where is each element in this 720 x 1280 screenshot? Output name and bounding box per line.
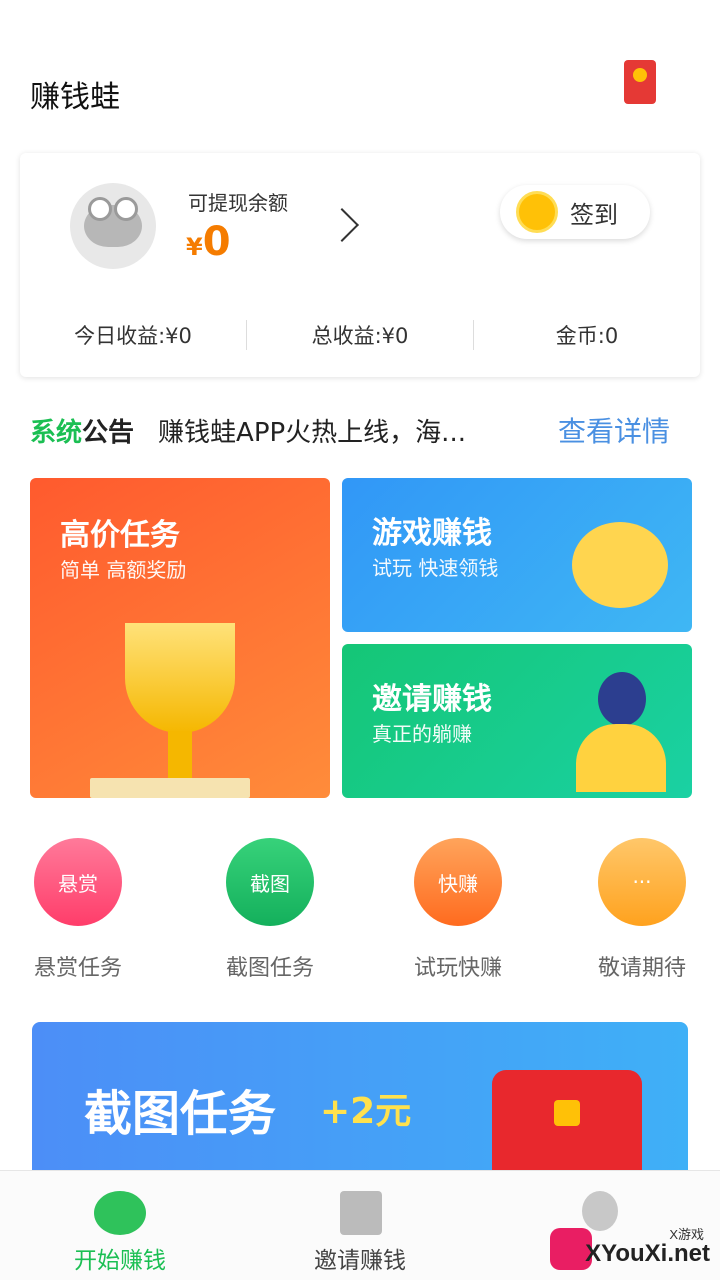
frog-avatar-icon (84, 197, 142, 247)
banner-reward: +2元 (320, 1091, 412, 1132)
nav-label: 开始赚钱 (74, 1248, 166, 1274)
today-earnings: 今日收益:¥0 (74, 324, 192, 348)
notice-badge-system: 系统 (30, 417, 83, 448)
chevron-right-icon[interactable] (325, 208, 359, 242)
app-title: 赚钱蛙 (30, 80, 120, 115)
balance-amount: ¥0 (186, 219, 231, 265)
balance-number: 0 (202, 219, 231, 265)
signin-button[interactable]: 签到 (500, 185, 650, 239)
system-notice: 系统公告 赚钱蛙APP火热上线，海... 查看详情 (0, 400, 720, 460)
gift-icon (340, 1191, 382, 1235)
smile-coin-icon (516, 191, 558, 233)
banner-title: 截图任务 (84, 1086, 277, 1142)
coin-count: 金币:0 (555, 324, 619, 348)
card-subtitle: 试玩 快速领钱 (372, 556, 499, 580)
balance-card: 可提现余额 ¥0 签到 今日收益:¥0 总收益:¥0 金币:0 (20, 153, 700, 377)
invite-earn-card[interactable]: 邀请赚钱 真正的躺赚 (342, 644, 692, 798)
frog-icon (94, 1191, 146, 1235)
quick-label: 敬请期待 (597, 956, 686, 981)
quick-label: 悬赏任务 (33, 956, 122, 981)
card-title: 高价任务 (60, 518, 180, 553)
quick-task-grid: 悬赏 悬赏任务 截图 截图任务 快赚 试玩快赚 ··· 敬请期待 (0, 838, 720, 988)
bounty-icon: 悬赏 (34, 838, 122, 926)
nav-invite-earning[interactable]: 邀请赚钱 (240, 1171, 480, 1280)
earnings-stats: 今日收益:¥0 总收益:¥0 金币:0 (20, 317, 700, 353)
currency-symbol: ¥ (186, 233, 203, 261)
nav-label: 邀请赚钱 (314, 1248, 406, 1274)
header: 赚钱蛙 (0, 0, 720, 150)
rocket-icon: 快赚 (414, 838, 502, 926)
card-title: 邀请赚钱 (372, 682, 492, 717)
avatar[interactable] (70, 183, 156, 269)
red-packet-icon[interactable] (624, 60, 656, 104)
mascot-coin-icon (572, 522, 668, 608)
trophy-stem (168, 731, 192, 779)
screenshot-task-item[interactable]: 截图 截图任务 (210, 838, 330, 982)
trophy-base (90, 778, 250, 798)
watermark-text: XYouXi.net (585, 1240, 710, 1267)
card-subtitle: 真正的躺赚 (372, 722, 472, 746)
red-envelope-icon (492, 1070, 642, 1182)
person-phone-icon (576, 672, 666, 792)
smile-face-icon: ··· (598, 838, 686, 926)
notice-badge-announcement: 公告 (82, 417, 135, 448)
trial-quick-earn-item[interactable]: 快赚 试玩快赚 (398, 838, 518, 982)
view-details-link[interactable]: 查看详情 (558, 410, 670, 450)
screenshot-task-banner[interactable]: 截图任务 +2元 (32, 1022, 688, 1182)
notice-text: 赚钱蛙APP火热上线，海... (158, 417, 466, 448)
card-title: 游戏赚钱 (372, 516, 492, 551)
high-price-task-card[interactable]: 高价任务 简单 高额奖励 (30, 478, 330, 798)
balance-label: 可提现余额 (188, 191, 288, 215)
trophy-cup (125, 623, 235, 733)
nav-start-earning[interactable]: 开始赚钱 (0, 1171, 240, 1280)
game-earn-card[interactable]: 游戏赚钱 试玩 快速领钱 (342, 478, 692, 632)
screenshot-icon: 截图 (226, 838, 314, 926)
signin-label: 签到 (570, 200, 618, 229)
bounty-task-item[interactable]: 悬赏 悬赏任务 (18, 838, 138, 982)
watermark: X游戏 XYouXi.net (550, 1222, 720, 1274)
person-body (576, 724, 666, 792)
total-earnings: 总收益:¥0 (311, 324, 409, 348)
notice-badge: 系统公告 (30, 412, 134, 449)
person-head (598, 672, 646, 726)
coming-soon-item[interactable]: ··· 敬请期待 (582, 838, 702, 982)
trophy-icon (80, 623, 280, 798)
quick-label: 截图任务 (225, 956, 314, 981)
quick-label: 试玩快赚 (413, 956, 502, 981)
card-subtitle: 简单 高额奖励 (60, 558, 187, 582)
